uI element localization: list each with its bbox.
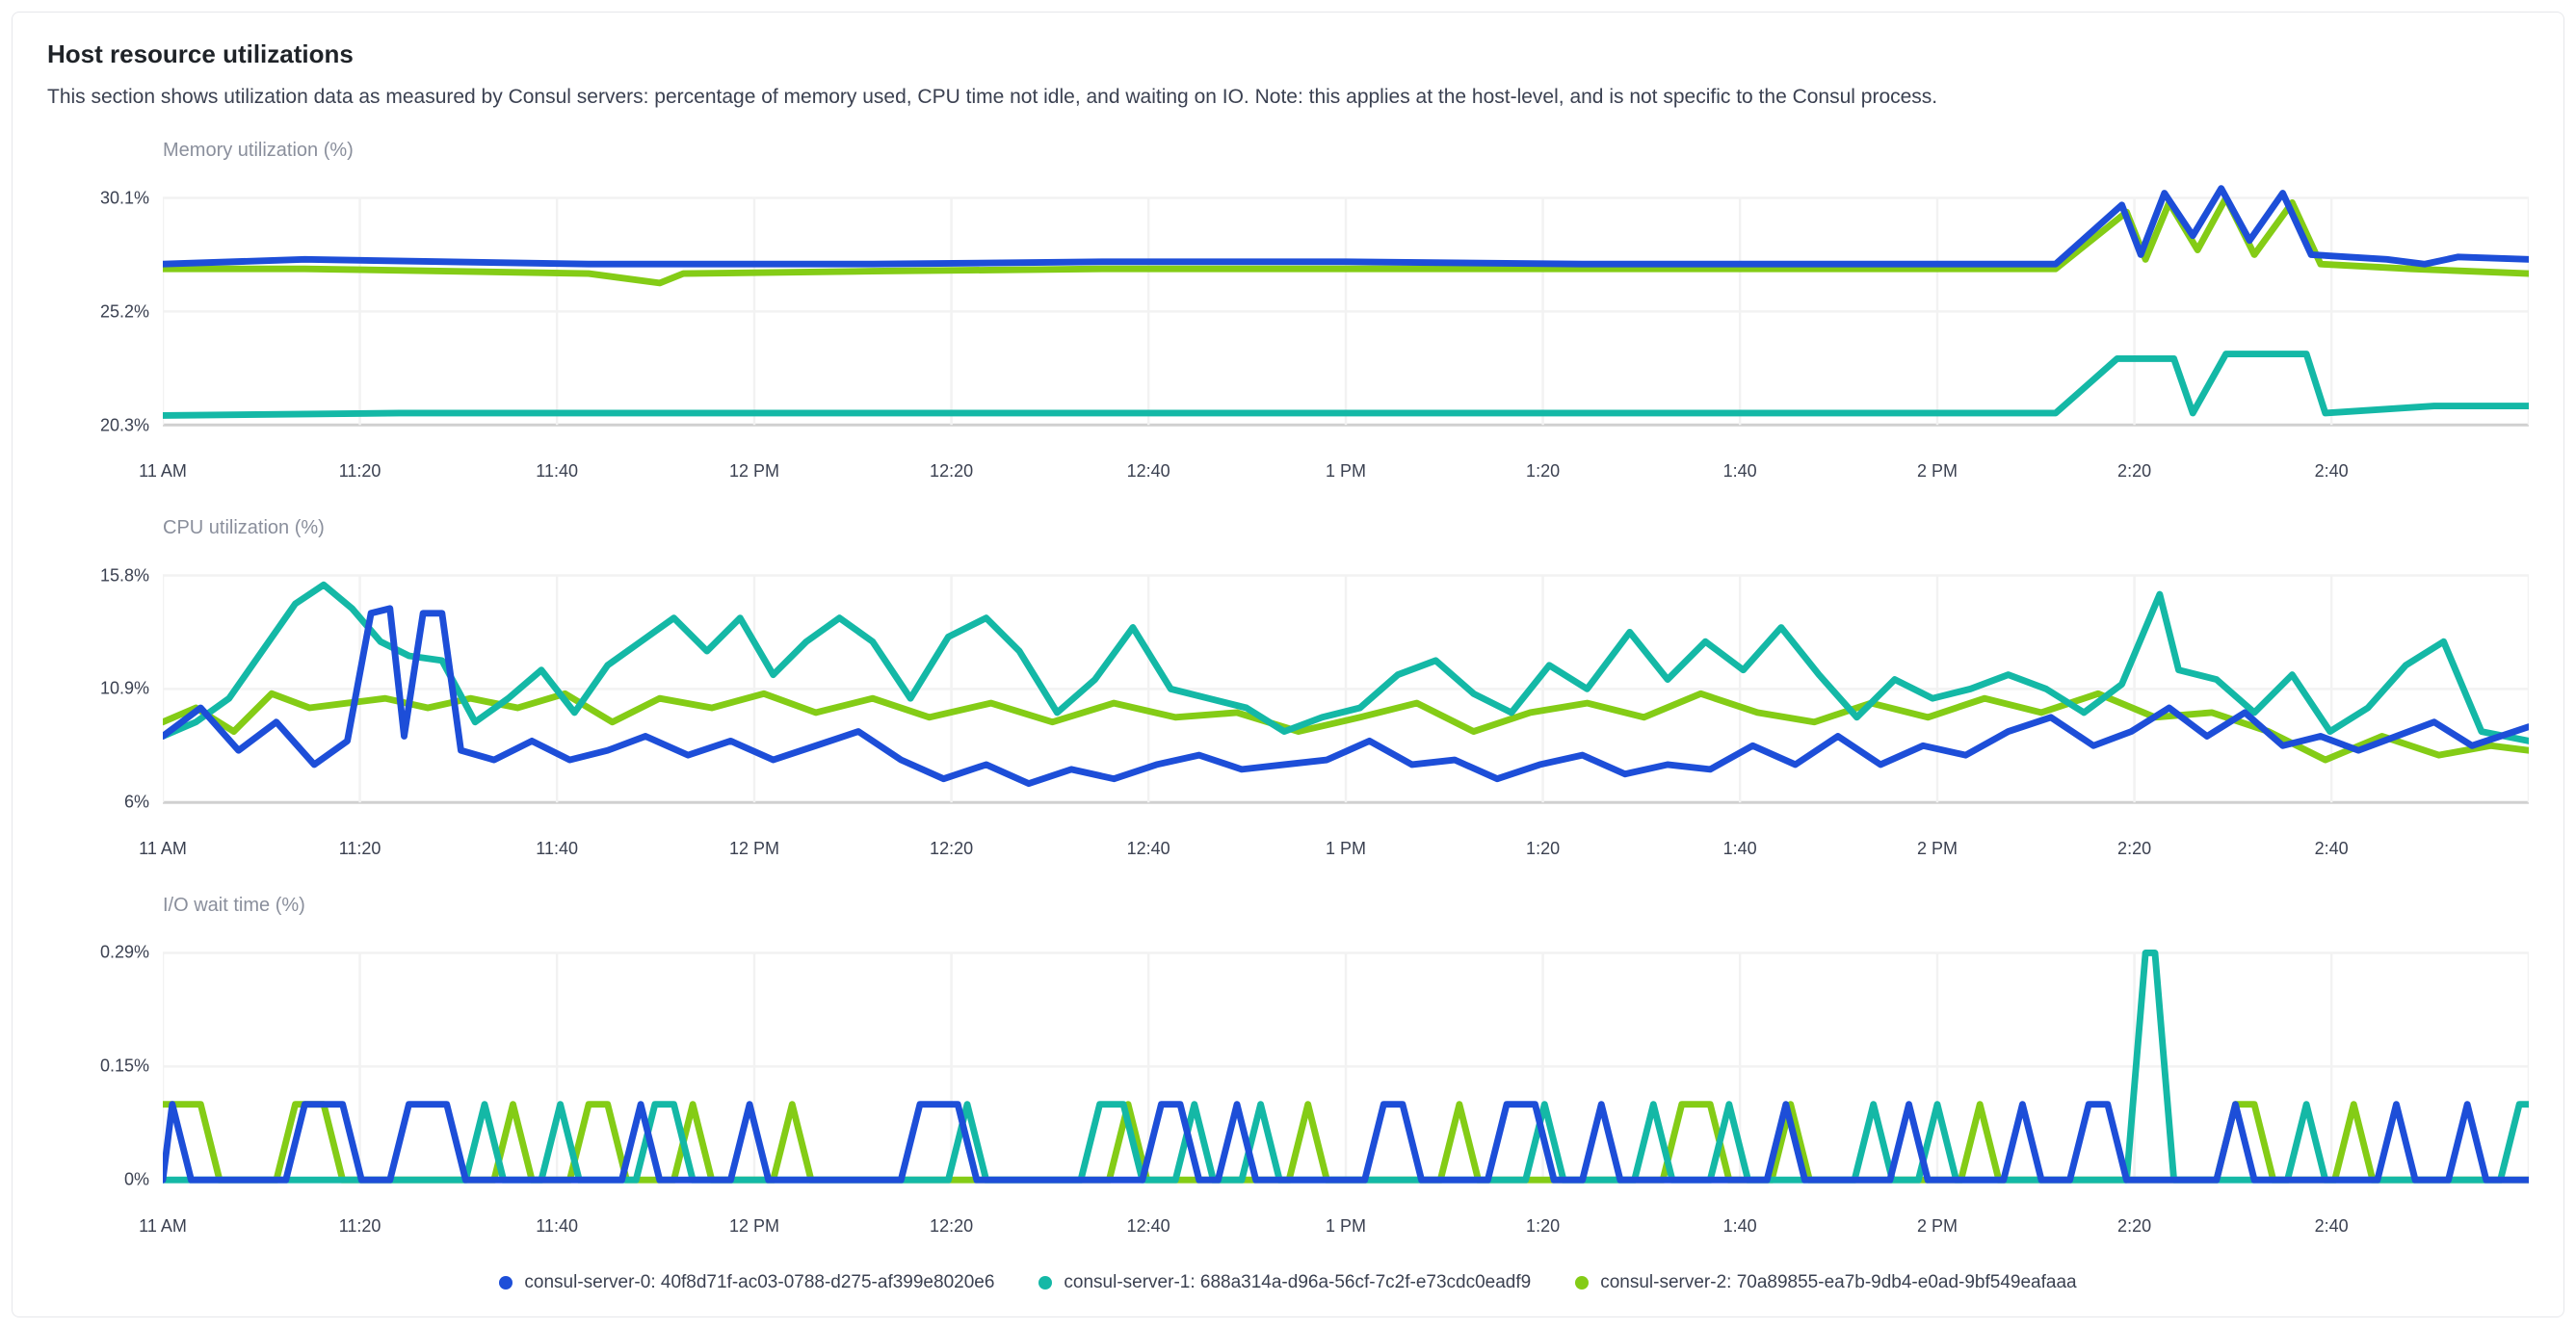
x-tick: 11:20 [339,1216,381,1237]
x-tick: 2:20 [2117,461,2151,482]
x-tick: 1 PM [1326,1216,1366,1237]
legend-dot-icon [1575,1276,1589,1290]
x-tick: 11:40 [536,461,578,482]
x-tick: 2:40 [2315,1216,2349,1237]
y-axis: 0.29% 0.15% 0% [47,925,163,1209]
cpu-utilization-chart: CPU utilization (%) 15.8% 10.9% 6% [47,517,2529,866]
x-tick: 11:20 [339,839,381,859]
x-tick: 2:20 [2117,1216,2151,1237]
chart-title: I/O wait time (%) [163,895,2529,917]
memory-utilization-chart: Memory utilization (%) 30.1% 25.2% 20.3% [47,140,2529,488]
legend-item-server-2[interactable]: consul-server-2: 70a89855-ea7b-9db4-e0ad… [1575,1272,2076,1293]
legend-label: consul-server-1: 688a314a-d96a-56cf-7c2f… [1064,1272,1531,1293]
x-tick: 11 AM [139,461,187,482]
x-tick: 1:20 [1526,839,1560,859]
x-tick: 11:20 [339,461,381,482]
io-plot [163,925,2529,1209]
legend-dot-icon [499,1276,513,1290]
cpu-plot [163,547,2529,831]
x-tick: 11:40 [536,1216,578,1237]
x-axis: 11 AM 11:20 11:40 12 PM 12:20 12:40 1 PM… [163,1216,2529,1243]
x-tick: 1:40 [1723,1216,1757,1237]
host-utilization-card: Host resource utilizations This section … [12,12,2564,1317]
section-title: Host resource utilizations [47,39,2529,69]
x-tick: 2:20 [2117,839,2151,859]
y-tick: 6% [124,793,149,813]
io-wait-chart: I/O wait time (%) 0.29% 0.15% 0% [47,895,2529,1243]
x-axis: 11 AM 11:20 11:40 12 PM 12:20 12:40 1 PM… [163,839,2529,866]
y-tick: 15.8% [100,565,149,586]
x-tick: 12:20 [930,461,973,482]
x-tick: 1:40 [1723,839,1757,859]
legend-item-server-1[interactable]: consul-server-1: 688a314a-d96a-56cf-7c2f… [1038,1272,1531,1293]
section-description: This section shows utilization data as m… [47,83,2529,111]
x-tick: 2 PM [1917,461,1958,482]
legend-label: consul-server-0: 40f8d71f-ac03-0788-d275… [524,1272,994,1293]
x-tick: 12 PM [729,1216,779,1237]
chart-title: Memory utilization (%) [163,140,2529,162]
y-tick: 30.1% [100,188,149,208]
memory-plot [163,169,2529,454]
x-axis: 11 AM 11:20 11:40 12 PM 12:20 12:40 1 PM… [163,461,2529,488]
x-tick: 2:40 [2315,839,2349,859]
x-tick: 12:40 [1127,1216,1170,1237]
y-tick: 0% [124,1170,149,1190]
y-tick: 20.3% [100,415,149,435]
x-tick: 11:40 [536,839,578,859]
x-tick: 11 AM [139,1216,187,1237]
x-tick: 12 PM [729,839,779,859]
y-tick: 10.9% [100,679,149,699]
legend-item-server-0[interactable]: consul-server-0: 40f8d71f-ac03-0788-d275… [499,1272,994,1293]
x-tick: 1 PM [1326,839,1366,859]
y-tick: 0.15% [100,1056,149,1077]
x-tick: 1:40 [1723,461,1757,482]
legend: consul-server-0: 40f8d71f-ac03-0788-d275… [47,1272,2529,1293]
grid [163,198,2529,426]
x-tick: 12:20 [930,1216,973,1237]
y-axis: 15.8% 10.9% 6% [47,547,163,831]
x-tick: 2:40 [2315,461,2349,482]
legend-label: consul-server-2: 70a89855-ea7b-9db4-e0ad… [1600,1272,2076,1293]
x-tick: 12 PM [729,461,779,482]
y-axis: 30.1% 25.2% 20.3% [47,169,163,454]
x-tick: 12:20 [930,839,973,859]
chart-title: CPU utilization (%) [163,517,2529,539]
x-tick: 11 AM [139,839,187,859]
x-tick: 2 PM [1917,1216,1958,1237]
x-tick: 1:20 [1526,461,1560,482]
y-tick: 25.2% [100,301,149,322]
x-tick: 12:40 [1127,839,1170,859]
legend-dot-icon [1038,1276,1052,1290]
y-tick: 0.29% [100,943,149,963]
x-tick: 1:20 [1526,1216,1560,1237]
x-tick: 1 PM [1326,461,1366,482]
x-tick: 2 PM [1917,839,1958,859]
x-tick: 12:40 [1127,461,1170,482]
